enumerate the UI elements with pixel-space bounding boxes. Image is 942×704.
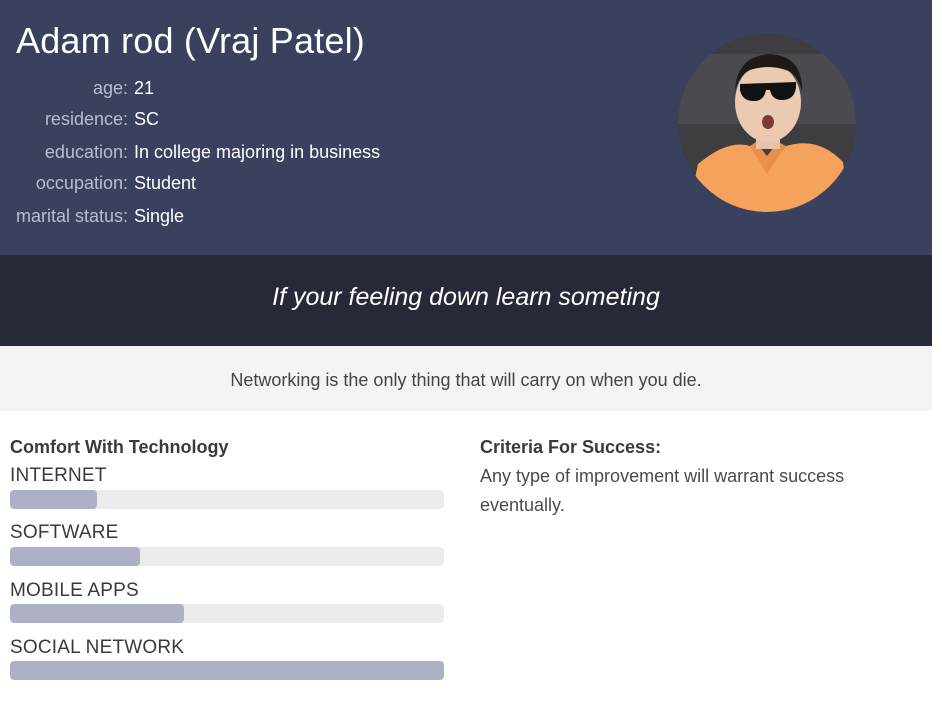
- skill-bar-software: [10, 547, 444, 566]
- residence-value: SC: [134, 109, 160, 129]
- residence-label: residence:: [44, 109, 128, 129]
- education-value: In college majoring in business: [134, 142, 381, 162]
- technology-section-title: Comfort With Technology: [10, 437, 229, 457]
- avatar-photo: [678, 34, 856, 212]
- criteria-text: Any type of improvement will warrant suc…: [480, 466, 845, 515]
- occupation-label: occupation:: [35, 173, 128, 193]
- skill-bar-mobile-apps: [10, 604, 444, 623]
- persona-name: Adam rod (Vraj Patel): [16, 20, 365, 61]
- avatar: [678, 34, 856, 212]
- skill-bar-fill: [10, 547, 141, 566]
- age-label: age:: [92, 78, 128, 98]
- age-value: 21: [134, 78, 155, 98]
- quote-banner: If your feeling down learn someting: [0, 255, 932, 346]
- skill-bar-fill: [10, 490, 97, 509]
- info-row-marital-status: marital status: Single: [0, 204, 942, 228]
- occupation-value: Student: [134, 173, 197, 193]
- marital-status-label: marital status:: [15, 206, 128, 226]
- skill-bar-social-network: [10, 661, 444, 680]
- tagline-banner: Networking is the only thing that will c…: [0, 346, 932, 411]
- persona-tagline: Networking is the only thing that will c…: [230, 370, 702, 390]
- education-label: education:: [44, 142, 128, 162]
- profile-header: Adam rod (Vraj Patel) age: 21 residence:…: [0, 0, 932, 255]
- persona-quote: If your feeling down learn someting: [272, 283, 660, 311]
- skill-label-social-network: SOCIAL NETWORK: [10, 637, 185, 658]
- skill-label-internet: INTERNET: [10, 465, 107, 486]
- skill-label-mobile-apps: MOBILE APPS: [10, 580, 139, 601]
- skill-bar-fill: [10, 661, 444, 680]
- criteria-section-title: Criteria For Success:: [480, 437, 662, 457]
- marital-status-value: Single: [134, 206, 185, 226]
- skill-bar-fill: [10, 604, 184, 623]
- skill-bar-internet: [10, 490, 444, 509]
- skill-label-software: SOFTWARE: [10, 522, 119, 543]
